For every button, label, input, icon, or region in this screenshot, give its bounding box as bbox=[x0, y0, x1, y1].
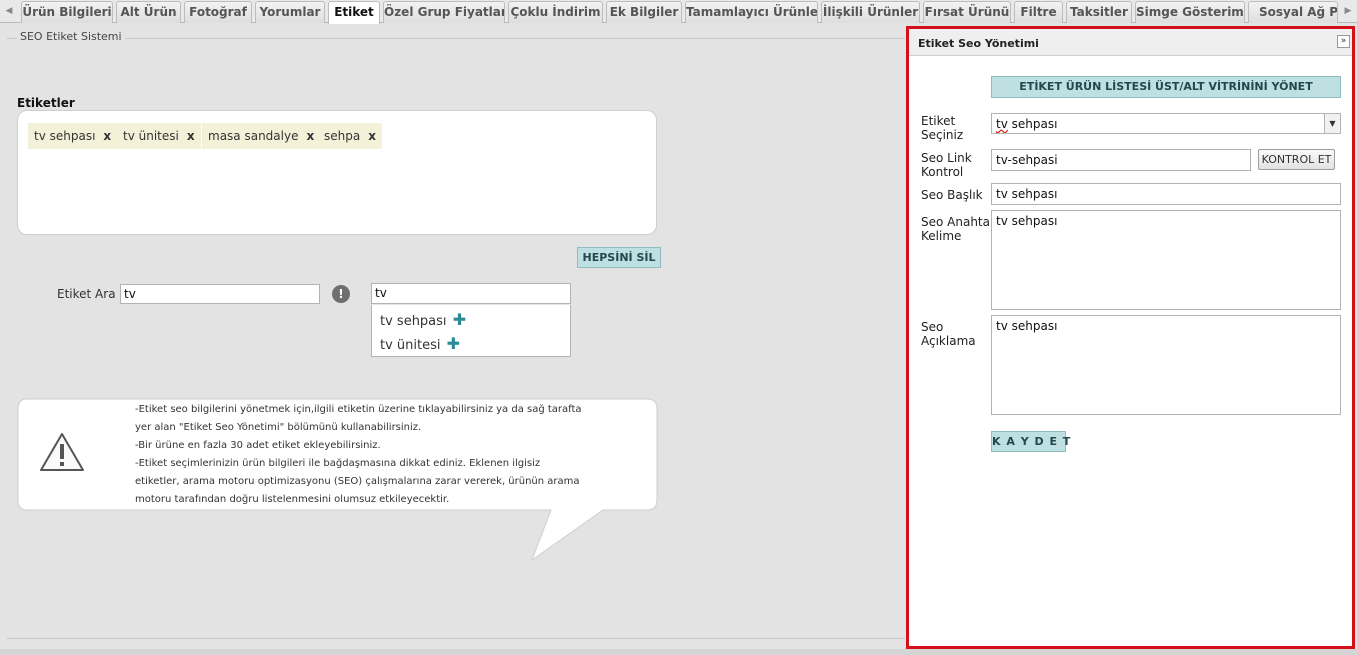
tab-tamamlayici-urunler[interactable]: Tamamlayıcı Ürünler bbox=[685, 1, 818, 23]
info-line: -Bir ürüne en fazla 30 adet etiket ekley… bbox=[135, 440, 381, 451]
tab-ek-bilgiler[interactable]: Ek Bilgiler bbox=[606, 1, 682, 23]
seo-title-input[interactable]: tv sehpası bbox=[991, 183, 1341, 205]
tab-sosyal-ag[interactable]: Sosyal Ağ Payla bbox=[1248, 1, 1338, 23]
seo-link-label: Seo Link Kontrol bbox=[921, 151, 972, 179]
seo-keywords-textarea[interactable]: tv sehpası bbox=[991, 210, 1341, 310]
suggestion-item[interactable]: tv ünitesi ✚ bbox=[380, 334, 460, 353]
info-text: -Etiket seo bilgilerini yönetmek için,il… bbox=[135, 401, 582, 509]
suggestion-list: tv sehpası ✚ tv ünitesi ✚ bbox=[371, 305, 571, 357]
panel-header: Etiket Seo Yönetimi » bbox=[909, 29, 1352, 56]
label-line: Seo Anahtar bbox=[921, 215, 995, 229]
seo-description-textarea[interactable]: tv sehpası bbox=[991, 315, 1341, 415]
tab-yorumlar[interactable]: Yorumlar bbox=[255, 1, 325, 23]
label-line: Kontrol bbox=[921, 165, 964, 179]
collapse-icon[interactable]: » bbox=[1337, 35, 1350, 48]
seo-description-label: Seo Açıklama bbox=[921, 320, 976, 348]
suggestion-item[interactable]: tv sehpası ✚ bbox=[380, 310, 466, 329]
tag-label[interactable]: sehpa bbox=[324, 129, 360, 143]
info-line: etiketler, arama motoru optimizasyonu (S… bbox=[135, 476, 580, 487]
panel-title: Etiket Seo Yönetimi bbox=[918, 37, 1039, 50]
select-value-part: tv bbox=[996, 117, 1008, 131]
tab-alt-urun[interactable]: Alt Ürün bbox=[116, 1, 181, 23]
info-bubble: -Etiket seo bilgilerini yönetmek için,il… bbox=[17, 398, 662, 568]
tag-label[interactable]: masa sandalye bbox=[208, 129, 298, 143]
label-line: Etiket bbox=[921, 114, 956, 128]
tab-simge-gosterimi[interactable]: Simge Gösterimi bbox=[1135, 1, 1245, 23]
tab-iliskili-urunler[interactable]: İlişkili Ürünler bbox=[821, 1, 920, 23]
add-icon[interactable]: ✚ bbox=[453, 310, 466, 329]
label-line: Seo Link bbox=[921, 151, 972, 165]
scroll-left-icon[interactable]: ◀ bbox=[1, 0, 17, 22]
remove-tag-icon[interactable]: x bbox=[187, 129, 195, 143]
seo-title-label: Seo Başlık bbox=[921, 188, 983, 202]
tab-filtre[interactable]: Filtre bbox=[1014, 1, 1063, 23]
tag-autocomplete-input[interactable]: tv bbox=[371, 283, 571, 304]
select-value-part: sehpası bbox=[1007, 117, 1058, 131]
warning-icon bbox=[40, 433, 84, 471]
tag-item[interactable]: masa sandalye x bbox=[202, 123, 321, 149]
tag-search-input[interactable]: tv bbox=[120, 284, 320, 304]
info-line: motoru tarafından doğru listelenmesini o… bbox=[135, 494, 450, 505]
tag-item[interactable]: sehpa x bbox=[318, 123, 382, 149]
tab-fotograf[interactable]: Fotoğraf bbox=[184, 1, 252, 23]
tag-select-label: Etiket Seçiniz bbox=[921, 114, 963, 142]
tag-container: tv sehpası x tv ünitesi x masa sandalye x s… bbox=[17, 110, 657, 235]
tab-taksitler[interactable]: Taksitler bbox=[1066, 1, 1132, 23]
info-line: -Etiket seo bilgilerini yönetmek için,il… bbox=[135, 404, 582, 415]
suggestion-label[interactable]: tv sehpası bbox=[380, 314, 447, 329]
fieldset-legend: SEO Etiket Sistemi bbox=[17, 30, 125, 43]
tag-item[interactable]: tv sehpası x bbox=[28, 123, 118, 149]
suggestion-label[interactable]: tv ünitesi bbox=[380, 338, 441, 353]
tab-coklu-indirim[interactable]: Çoklu İndirim bbox=[508, 1, 603, 23]
tag-item[interactable]: tv ünitesi x bbox=[117, 123, 201, 149]
bottom-border bbox=[0, 649, 1357, 655]
label-line: Kelime bbox=[921, 229, 962, 243]
tags-label: Etiketler bbox=[17, 96, 75, 110]
chevron-down-icon[interactable]: ▼ bbox=[1324, 114, 1340, 133]
remove-tag-icon[interactable]: x bbox=[103, 129, 111, 143]
save-button[interactable]: K A Y D E T bbox=[991, 431, 1070, 452]
label-line: Seçiniz bbox=[921, 128, 964, 142]
tag-label[interactable]: tv sehpası bbox=[34, 129, 95, 143]
tag-select[interactable]: tv sehpası ▼ bbox=[991, 113, 1341, 134]
info-icon[interactable]: ! bbox=[332, 285, 350, 303]
seo-keywords-label: Seo Anahtar Kelime bbox=[921, 215, 995, 243]
remove-tag-icon[interactable]: x bbox=[368, 129, 376, 143]
tab-firsat-urunu[interactable]: Fırsat Ürünü bbox=[923, 1, 1011, 23]
check-link-button[interactable]: KONTROL ET bbox=[1258, 149, 1335, 170]
scroll-right-icon[interactable]: ▶ bbox=[1340, 0, 1356, 22]
remove-tag-icon[interactable]: x bbox=[306, 129, 314, 143]
tab-urun-bilgileri[interactable]: Ürün Bilgileri bbox=[21, 1, 113, 23]
tab-etiket[interactable]: Etiket bbox=[328, 1, 380, 24]
search-label: Etiket Ara bbox=[57, 287, 116, 301]
label-line: Seo bbox=[921, 320, 944, 334]
info-line: yer alan "Etiket Seo Yönetimi" bölümünü … bbox=[135, 422, 422, 433]
clear-all-button[interactable]: HEPSİNİ SİL bbox=[577, 247, 661, 268]
label-line: Açıklama bbox=[921, 334, 976, 348]
add-icon[interactable]: ✚ bbox=[447, 334, 460, 353]
tab-bar: ◀ Ürün Bilgileri Alt Ürün Fotoğraf Yorum… bbox=[0, 0, 1357, 24]
seo-management-panel: Etiket Seo Yönetimi » ETİKET ÜRÜN LİSTES… bbox=[906, 26, 1355, 649]
seo-link-input[interactable]: tv-sehpasi bbox=[991, 149, 1251, 171]
tag-label[interactable]: tv ünitesi bbox=[123, 129, 179, 143]
tab-ozel-grup-fiyatlari[interactable]: Özel Grup Fiyatları bbox=[383, 1, 505, 23]
manage-showcase-button[interactable]: ETİKET ÜRÜN LİSTESİ ÜST/ALT VİTRİNİNİ YÖ… bbox=[991, 76, 1341, 98]
info-line: -Etiket seçimlerinizin ürün bilgileri il… bbox=[135, 458, 541, 469]
